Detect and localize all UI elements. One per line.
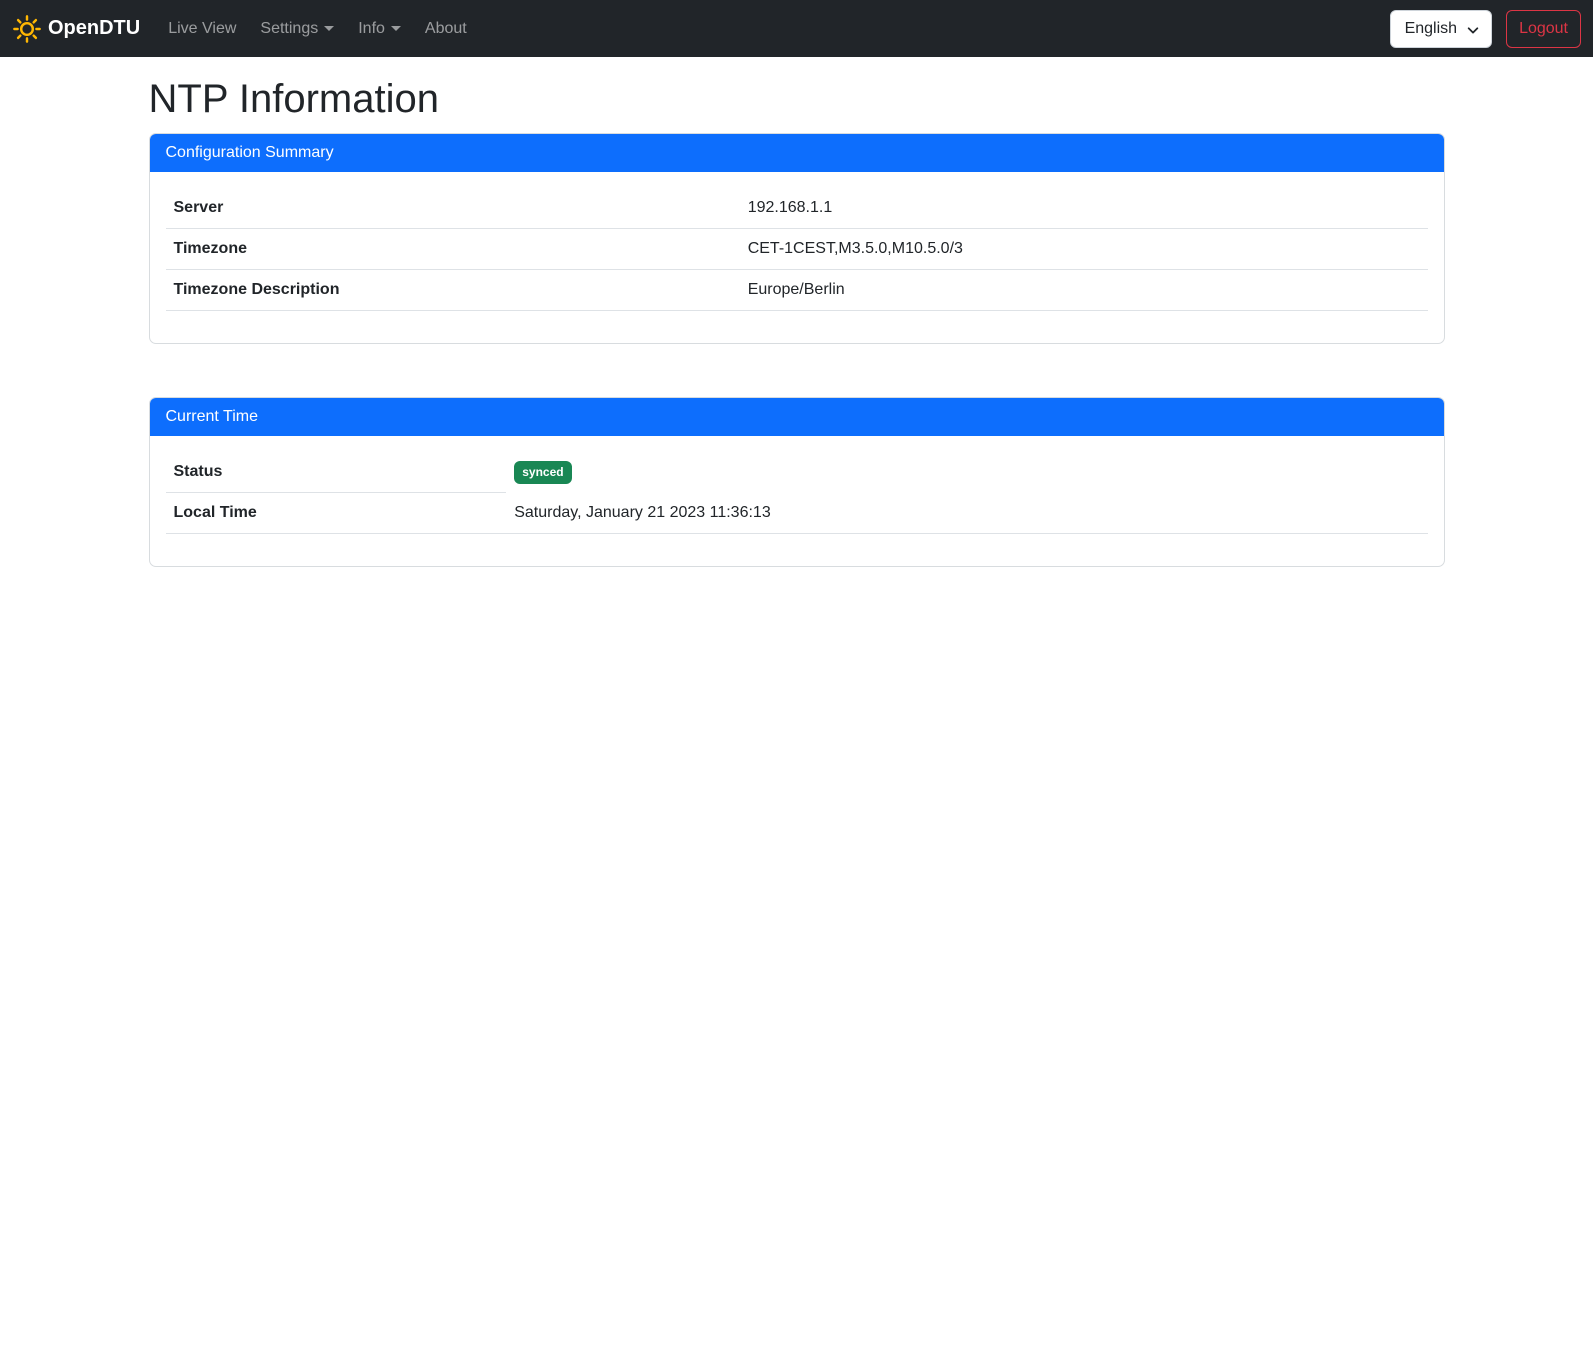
configuration-summary-table: Server 192.168.1.1 Timezone CET-1CEST,M3… <box>166 188 1428 311</box>
current-time-body: Status synced Local Time Saturday, Janua… <box>150 436 1444 566</box>
status-label: Status <box>166 452 507 493</box>
navbar-right: English Logout <box>1390 10 1581 48</box>
main-content: NTP Information Configuration Summary Se… <box>137 75 1457 567</box>
sun-icon <box>12 14 48 44</box>
status-badge: synced <box>514 461 571 484</box>
brand-label: OpenDTU <box>48 17 140 40</box>
table-row: Server 192.168.1.1 <box>166 188 1428 229</box>
chevron-down-icon <box>1466 23 1480 37</box>
local-time-label: Local Time <box>166 493 507 534</box>
configuration-summary-header: Configuration Summary <box>150 134 1444 172</box>
table-row: Status synced <box>166 452 1428 493</box>
nav-links: Live View Settings Info About <box>156 12 479 46</box>
table-row: Timezone CET-1CEST,M3.5.0,M10.5.0/3 <box>166 229 1428 270</box>
table-row: Local Time Saturday, January 21 2023 11:… <box>166 493 1428 534</box>
nav-item-live-view[interactable]: Live View <box>160 12 244 46</box>
status-value-cell: synced <box>506 452 1427 493</box>
top-navbar: OpenDTU Live View Settings Info About En… <box>0 0 1593 57</box>
local-time-value: Saturday, January 21 2023 11:36:13 <box>506 493 1427 534</box>
logout-button[interactable]: Logout <box>1506 10 1581 48</box>
chevron-down-icon <box>324 26 334 31</box>
timezone-description-value: Europe/Berlin <box>740 270 1428 311</box>
configuration-summary-body: Server 192.168.1.1 Timezone CET-1CEST,M3… <box>150 172 1444 343</box>
page-title: NTP Information <box>149 75 1445 123</box>
nav-item-about[interactable]: About <box>417 12 475 46</box>
nav-item-settings[interactable]: Settings <box>252 12 342 46</box>
timezone-label: Timezone <box>166 229 740 270</box>
nav-item-info[interactable]: Info <box>350 12 409 46</box>
brand-link[interactable]: OpenDTU <box>12 14 140 44</box>
nav-item-info-label: Info <box>358 20 385 37</box>
current-time-table: Status synced Local Time Saturday, Janua… <box>166 452 1428 534</box>
nav-item-live-view-label: Live View <box>168 20 236 37</box>
language-select[interactable]: English <box>1390 10 1492 48</box>
navbar-left: OpenDTU Live View Settings Info About <box>12 12 479 46</box>
current-time-header: Current Time <box>150 398 1444 436</box>
language-select-value: English <box>1405 20 1457 38</box>
chevron-down-icon <box>391 26 401 31</box>
server-value: 192.168.1.1 <box>740 188 1428 229</box>
current-time-card: Current Time Status synced Local Time Sa… <box>149 397 1445 567</box>
configuration-summary-card: Configuration Summary Server 192.168.1.1… <box>149 133 1445 344</box>
server-label: Server <box>166 188 740 229</box>
timezone-value: CET-1CEST,M3.5.0,M10.5.0/3 <box>740 229 1428 270</box>
table-row: Timezone Description Europe/Berlin <box>166 270 1428 311</box>
nav-item-about-label: About <box>425 20 467 37</box>
timezone-description-label: Timezone Description <box>166 270 740 311</box>
nav-item-settings-label: Settings <box>260 20 318 37</box>
